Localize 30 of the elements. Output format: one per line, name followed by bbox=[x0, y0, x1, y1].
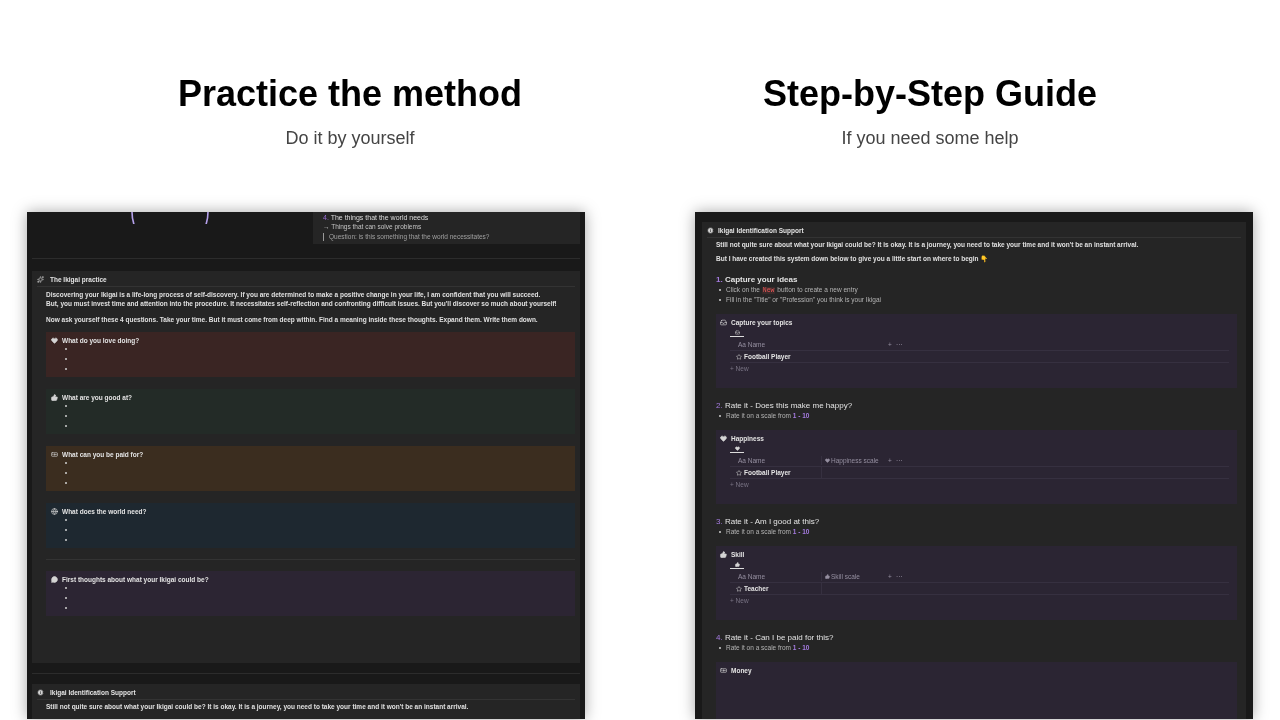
column-title: Practice the method bbox=[177, 72, 523, 116]
sparkle-icon bbox=[37, 276, 44, 283]
banknote-icon bbox=[720, 667, 727, 674]
step-heading: 1. Capture your ideas bbox=[716, 275, 799, 285]
speech-bubble-icon bbox=[51, 576, 58, 583]
inbox-icon bbox=[720, 319, 727, 326]
column-title: Step-by-Step Guide bbox=[763, 72, 1097, 116]
step-heading: 3. Rate it - Am I good at this? bbox=[716, 517, 821, 527]
view-tab[interactable] bbox=[730, 328, 744, 337]
star-icon bbox=[736, 469, 742, 476]
star-icon bbox=[736, 353, 742, 360]
info-icon bbox=[707, 227, 714, 234]
star-icon bbox=[736, 585, 742, 592]
thumbs-up-icon bbox=[720, 551, 727, 558]
heart-icon bbox=[51, 337, 58, 344]
step-heading: 2. Rate it - Does this make me happy? bbox=[716, 401, 854, 411]
view-tab[interactable] bbox=[730, 444, 744, 453]
info-icon bbox=[37, 689, 44, 696]
globe-icon bbox=[51, 508, 58, 515]
step-heading: 4. Rate it - Can I be paid for this? bbox=[716, 633, 835, 643]
heart-icon bbox=[825, 458, 830, 463]
view-tab[interactable] bbox=[730, 560, 744, 569]
column-subtitle: Do it by yourself bbox=[285, 127, 415, 150]
inbox-icon bbox=[734, 329, 740, 335]
banknote-icon bbox=[51, 451, 58, 458]
thumbs-up-icon bbox=[825, 574, 830, 579]
thumbs-up-icon bbox=[51, 394, 58, 401]
column-subtitle: If you need some help bbox=[841, 127, 1019, 150]
thumbs-up-icon bbox=[734, 561, 740, 567]
heart-icon bbox=[734, 445, 740, 451]
